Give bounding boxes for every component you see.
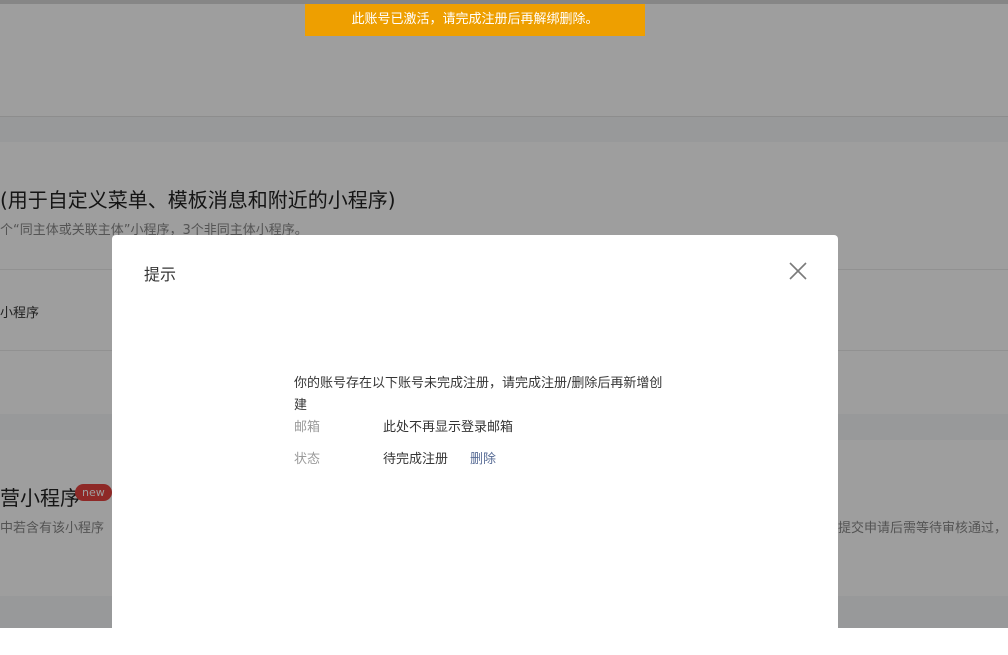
- info-row-status: 状态 待完成注册 删除: [294, 449, 664, 471]
- info-value: 此处不再显示登录邮箱: [383, 420, 514, 435]
- info-label: 状态: [294, 452, 321, 467]
- dialog-title: 提示: [144, 265, 177, 284]
- info-row-email: 邮箱 此处不再显示登录邮箱: [294, 417, 664, 439]
- dialog-body: 你的账号存在以下账号未完成注册，请完成注册/删除后再新增创建 邮箱 此处不再显示…: [294, 373, 664, 471]
- prompt-dialog: 提示 你的账号存在以下账号未完成注册，请完成注册/删除后再新增创建 邮箱 此处不…: [112, 235, 838, 655]
- delete-link[interactable]: 删除: [470, 449, 496, 471]
- warning-banner: 此账号已激活，请完成注册后再解绑删除。: [305, 4, 645, 36]
- close-button[interactable]: [786, 259, 810, 283]
- close-icon: [789, 262, 807, 280]
- dialog-message: 你的账号存在以下账号未完成注册，请完成注册/删除后再新增创建: [294, 376, 663, 413]
- info-value: 待完成注册: [383, 452, 449, 467]
- info-label: 邮箱: [294, 420, 321, 435]
